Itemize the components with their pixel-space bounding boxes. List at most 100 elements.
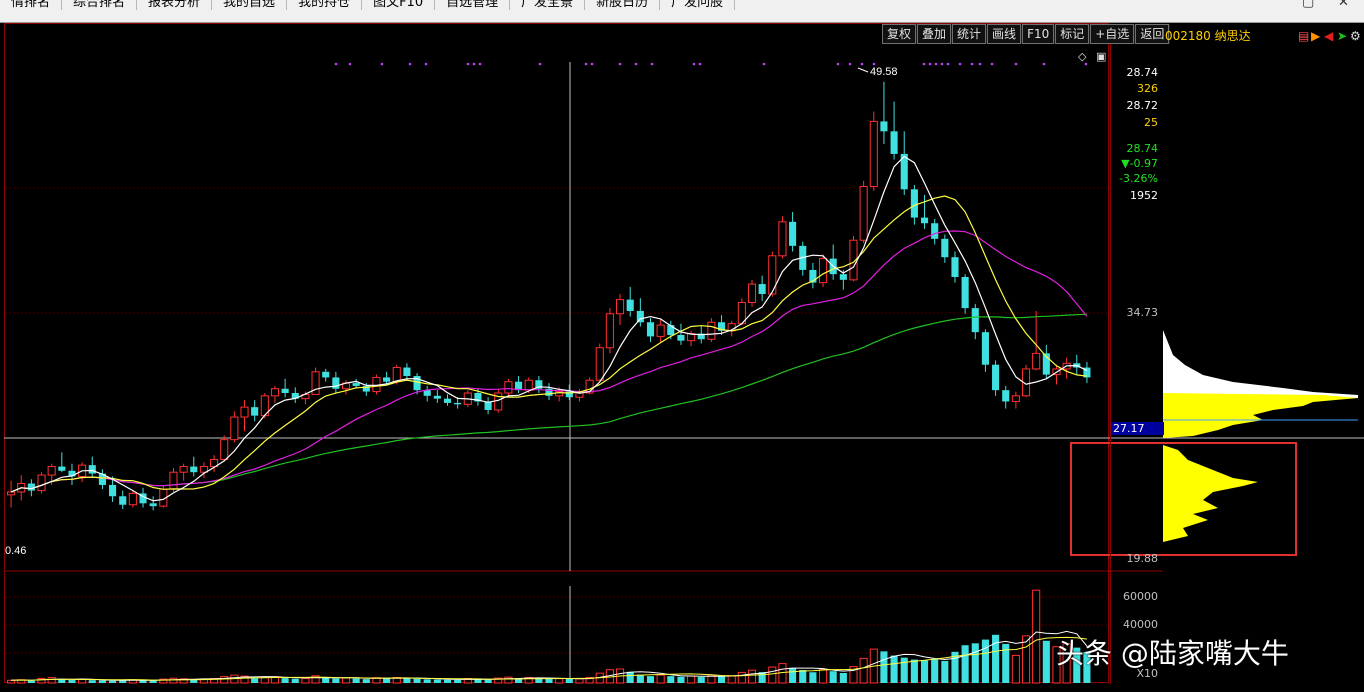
volume-bar-64: [656, 674, 665, 684]
diamond-icon: ◇: [1078, 50, 1087, 63]
candle-body-98: [1002, 390, 1010, 402]
candle-body-27: [281, 388, 289, 393]
volume-bar-73: [747, 669, 757, 684]
candle-body-16: [169, 471, 178, 490]
candle-body-90: [920, 217, 929, 224]
candle-body-69: [707, 321, 716, 340]
candle-body-74: [758, 284, 766, 294]
volume-bar-10: [109, 680, 117, 683]
volume-bar-77: [789, 667, 797, 683]
signal-marker-2: [380, 62, 384, 66]
volume-bar-47: [484, 679, 492, 683]
volume-bar-68: [697, 677, 705, 683]
chip-profile-yellow-lower: [1163, 445, 1258, 542]
candle-body-59: [605, 313, 614, 349]
volume-bar-34: [352, 678, 360, 683]
candle-body-73: [747, 283, 757, 303]
price-stat-1: 326: [1137, 82, 1158, 95]
volume-bar-42: [433, 679, 441, 683]
volume-bar-49: [504, 676, 513, 684]
signal-marker-5: [466, 62, 470, 66]
volume-bar-21: [220, 675, 229, 684]
volume-bar-8: [88, 680, 96, 683]
ma5-line: [10, 155, 1088, 502]
candle-body-8: [88, 465, 96, 474]
signal-marker-22: [928, 62, 932, 66]
arrow-left-icon: ◀: [1324, 29, 1334, 43]
candle-body-26: [270, 388, 280, 397]
volume-bar-66: [677, 676, 685, 683]
volume-bar-9: [98, 680, 106, 683]
volume-bar-4: [47, 677, 56, 684]
volume-bar-81: [829, 671, 837, 683]
volume-bar-13: [139, 680, 147, 683]
candle-body-24: [251, 407, 259, 416]
volume-bar-43: [443, 679, 452, 683]
candle-body-77: [789, 221, 797, 246]
signal-marker-8: [538, 62, 542, 66]
volume-bar-101: [1032, 589, 1041, 684]
candle-body-44: [454, 402, 462, 405]
candle-body-84: [859, 185, 868, 241]
candle-body-93: [951, 257, 959, 278]
volume-bar-27: [281, 678, 289, 683]
signal-marker-12: [634, 62, 638, 66]
signal-marker-29: [990, 62, 994, 66]
candle-body-18: [190, 466, 198, 473]
volume-bar-31: [322, 677, 330, 683]
volume-bar-62: [636, 674, 644, 683]
volume-bar-46: [474, 679, 482, 683]
signal-marker-7: [478, 62, 482, 66]
candle-body-62: [636, 310, 644, 323]
volume-bar-61: [626, 671, 634, 683]
volume-bar-72: [737, 671, 746, 684]
tools-icon: ⚙: [1350, 29, 1361, 43]
candle-body-42: [433, 395, 441, 399]
signal-marker-10: [590, 62, 594, 66]
lock-icon: ▣: [1096, 50, 1106, 63]
volume-bar-100: [1021, 635, 1031, 684]
volume-bar-71: [727, 675, 736, 684]
back-arrow-icon: ➤: [1337, 29, 1347, 43]
volume-bar-7: [78, 679, 87, 684]
candle-body-21: [220, 439, 229, 460]
signal-marker-0: [334, 62, 338, 66]
candle-body-92: [941, 238, 949, 258]
candle-body-97: [992, 364, 1000, 391]
price-axis-panel: 28.74 326 28.72 25 28.74 ▼-0.97 -3.26% 1952 34.7…: [1110, 44, 1164, 684]
arrow-right-icon: ▶: [1311, 29, 1321, 43]
candle-body-49: [504, 381, 513, 394]
candle-body-64: [656, 324, 665, 337]
volume-bar-78: [799, 670, 807, 683]
candle-body-95: [971, 308, 979, 333]
volume-bar-90: [920, 660, 929, 683]
candle-body-11: [119, 496, 127, 505]
volume-bar-2: [27, 680, 35, 683]
signal-marker-11: [618, 62, 622, 66]
candle-body-94: [961, 277, 969, 309]
signal-marker-1: [348, 62, 352, 66]
volume-axis-0: 60000: [1123, 590, 1158, 603]
volume-bar-40: [413, 678, 421, 683]
signal-marker-18: [848, 62, 852, 66]
volume-bar-14: [149, 680, 157, 683]
volume-bar-65: [667, 676, 675, 683]
chip-profile-yellow-upper: [1163, 393, 1358, 438]
candle-body-51: [524, 379, 533, 391]
volume-bar-80: [818, 668, 828, 684]
candle-body-12: [128, 492, 137, 506]
volume-bar-54: [555, 678, 564, 684]
volume-bar-39: [403, 678, 411, 683]
signal-marker-16: [762, 62, 766, 66]
candle-body-85: [869, 120, 878, 187]
high-price-label: 49.58: [870, 66, 898, 78]
volume-bar-87: [890, 655, 898, 683]
signal-marker-20: [872, 62, 876, 66]
candle-body-96: [981, 332, 989, 365]
volume-bar-102: [1042, 640, 1050, 683]
volume-bar-41: [423, 679, 431, 683]
candle-body-91: [931, 223, 939, 239]
price-axis-lower: 19.88: [1126, 552, 1159, 565]
volume-bar-16: [169, 677, 178, 684]
volume-bar-70: [717, 676, 726, 683]
